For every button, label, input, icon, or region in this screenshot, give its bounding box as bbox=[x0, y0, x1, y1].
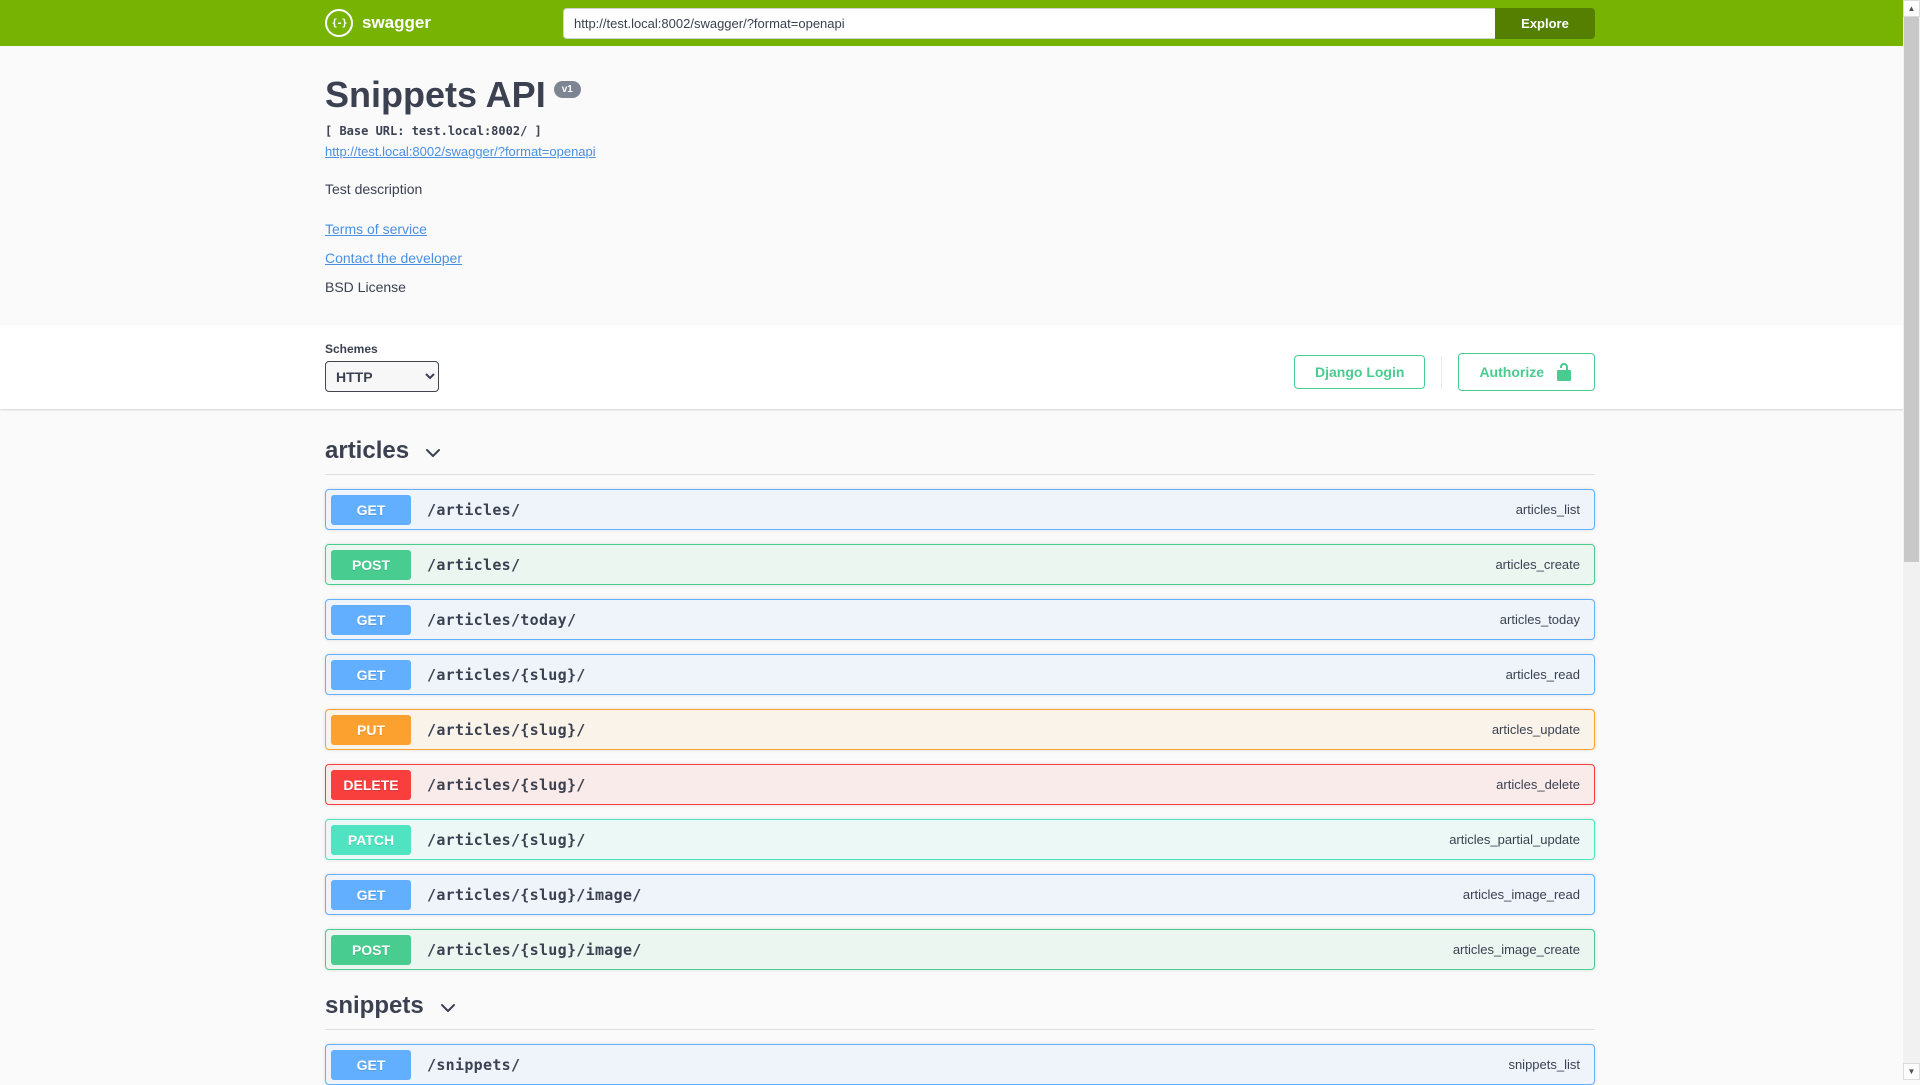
download-url-wrapper: Explore bbox=[562, 7, 1595, 39]
tag-section-articles: articles GET/articles/articles_list POST/a… bbox=[325, 437, 1595, 970]
topbar-wrapper: {-} swagger Explore bbox=[325, 7, 1595, 39]
method-badge-get: GET bbox=[331, 659, 411, 690]
auth-divider bbox=[1441, 355, 1443, 389]
spec-url-input[interactable] bbox=[562, 7, 1495, 39]
operation-path[interactable]: /articles/{slug}/ bbox=[427, 831, 586, 849]
scroll-down-icon[interactable]: ▼ bbox=[1903, 1063, 1920, 1080]
operation-path[interactable]: /articles/{slug}/ bbox=[427, 721, 586, 739]
operation-path[interactable]: /articles/{slug}/ bbox=[427, 666, 586, 684]
opblock-articles_list[interactable]: GET/articles/articles_list bbox=[325, 489, 1595, 530]
page-title: Snippets API v1 bbox=[325, 74, 1595, 116]
method-badge-get: GET bbox=[331, 494, 411, 525]
swagger-logo[interactable]: {-} swagger bbox=[325, 9, 431, 37]
operations-list: articles GET/articles/articles_list POST/a… bbox=[325, 409, 1595, 1085]
main-content: Snippets API v1 [ Base URL: test.local:80… bbox=[0, 46, 1920, 1085]
opblock-articles_image_read[interactable]: GET/articles/{slug}/image/articles_image… bbox=[325, 874, 1595, 915]
schemes-label: Schemes bbox=[325, 342, 378, 356]
operation-id: snippets_list bbox=[1508, 1057, 1580, 1072]
method-badge-post: POST bbox=[331, 549, 411, 580]
method-badge-post: POST bbox=[331, 934, 411, 965]
tag-label: snippets bbox=[325, 992, 424, 1019]
base-url: [ Base URL: test.local:8002/ ] bbox=[325, 124, 542, 138]
method-badge-get: GET bbox=[331, 879, 411, 910]
django-login-button[interactable]: Django Login bbox=[1294, 355, 1426, 389]
vertical-scrollbar[interactable]: ▲ ▼ bbox=[1903, 0, 1920, 1080]
schemes: Schemes HTTP bbox=[325, 342, 439, 392]
operation-path[interactable]: /articles/{slug}/image/ bbox=[427, 886, 642, 904]
opblock-articles_read[interactable]: GET/articles/{slug}/ articles_read bbox=[325, 654, 1595, 695]
authorize-button[interactable]: Authorize bbox=[1458, 353, 1595, 391]
operation-id: articles_today bbox=[1499, 612, 1580, 627]
tag-header-snippets[interactable]: snippets bbox=[325, 992, 1595, 1030]
operation-path[interactable]: /articles/ bbox=[427, 501, 520, 519]
chevron-down-icon bbox=[438, 998, 458, 1018]
topbar: {-} swagger Explore bbox=[0, 0, 1920, 46]
operation-id: articles_create bbox=[1495, 557, 1580, 572]
operation-id: articles_partial_update bbox=[1449, 832, 1580, 847]
api-description: Test description bbox=[325, 181, 423, 197]
operation-id: articles_list bbox=[1515, 502, 1580, 517]
scheme-container: Schemes HTTP Django Login Authorize bbox=[0, 325, 1920, 409]
operation-id: articles_image_create bbox=[1452, 942, 1580, 957]
opblock-articles_image_create[interactable]: POST/articles/{slug}/image/articles_imag… bbox=[325, 929, 1595, 970]
spec-link[interactable]: http://test.local:8002/swagger/?format=o… bbox=[325, 144, 596, 159]
opblock-articles_today[interactable]: GET/articles/today/articles_today bbox=[325, 599, 1595, 640]
license-text: BSD License bbox=[325, 279, 406, 295]
info-section: Snippets API v1 [ Base URL: test.local:80… bbox=[325, 46, 1595, 325]
method-badge-put: PUT bbox=[331, 714, 411, 745]
terms-of-service-link[interactable]: Terms of service bbox=[325, 221, 427, 237]
operation-path[interactable]: /articles/{slug}/image/ bbox=[427, 941, 642, 959]
opblock-articles_create[interactable]: POST/articles/articles_create bbox=[325, 544, 1595, 585]
opblock-articles_delete[interactable]: DELETE/articles/{slug}/ articles_delete bbox=[325, 764, 1595, 805]
scroll-up-icon[interactable]: ▲ bbox=[1903, 0, 1920, 17]
chevron-down-icon bbox=[423, 443, 443, 463]
operation-id: articles_image_read bbox=[1462, 887, 1580, 902]
operation-path[interactable]: /articles/ bbox=[427, 556, 520, 574]
tag-header-articles[interactable]: articles bbox=[325, 437, 1595, 475]
authorize-label: Authorize bbox=[1479, 364, 1544, 380]
opblock-articles_partial_update[interactable]: PATCH/articles/{slug}/ articles_partial_u… bbox=[325, 819, 1595, 860]
api-title-text: Snippets API bbox=[325, 74, 546, 115]
operation-id: articles_delete bbox=[1496, 777, 1580, 792]
version-badge: v1 bbox=[553, 81, 581, 98]
contact-developer-link[interactable]: Contact the developer bbox=[325, 250, 462, 266]
method-badge-get: GET bbox=[331, 604, 411, 635]
schemes-select[interactable]: HTTP bbox=[325, 361, 439, 392]
operation-id: articles_update bbox=[1491, 722, 1580, 737]
brand-text: swagger bbox=[362, 13, 431, 32]
explore-button[interactable]: Explore bbox=[1495, 7, 1595, 39]
method-badge-get: GET bbox=[331, 1049, 411, 1080]
operation-path[interactable]: /snippets/ bbox=[427, 1056, 520, 1074]
scheme-wrapper: Schemes HTTP Django Login Authorize bbox=[325, 342, 1595, 392]
swagger-logo-icon: {-} bbox=[325, 9, 353, 37]
opblock-articles_update[interactable]: PUT/articles/{slug}/ articles_update bbox=[325, 709, 1595, 750]
tag-section-snippets: snippets GET/snippets/snippets_list bbox=[325, 992, 1595, 1085]
operation-path[interactable]: /articles/{slug}/ bbox=[427, 776, 586, 794]
lock-icon bbox=[1554, 362, 1574, 382]
tag-label: articles bbox=[325, 437, 410, 464]
operation-id: articles_read bbox=[1505, 667, 1580, 682]
opblock-snippets_list[interactable]: GET/snippets/snippets_list bbox=[325, 1044, 1595, 1085]
django-login-label: Django Login bbox=[1315, 364, 1405, 380]
method-badge-patch: PATCH bbox=[331, 824, 411, 855]
method-badge-delete: DELETE bbox=[331, 769, 411, 800]
scrollbar-thumb[interactable] bbox=[1904, 17, 1919, 562]
operation-path[interactable]: /articles/today/ bbox=[427, 611, 576, 629]
auth-wrapper: Django Login Authorize bbox=[1294, 353, 1595, 392]
